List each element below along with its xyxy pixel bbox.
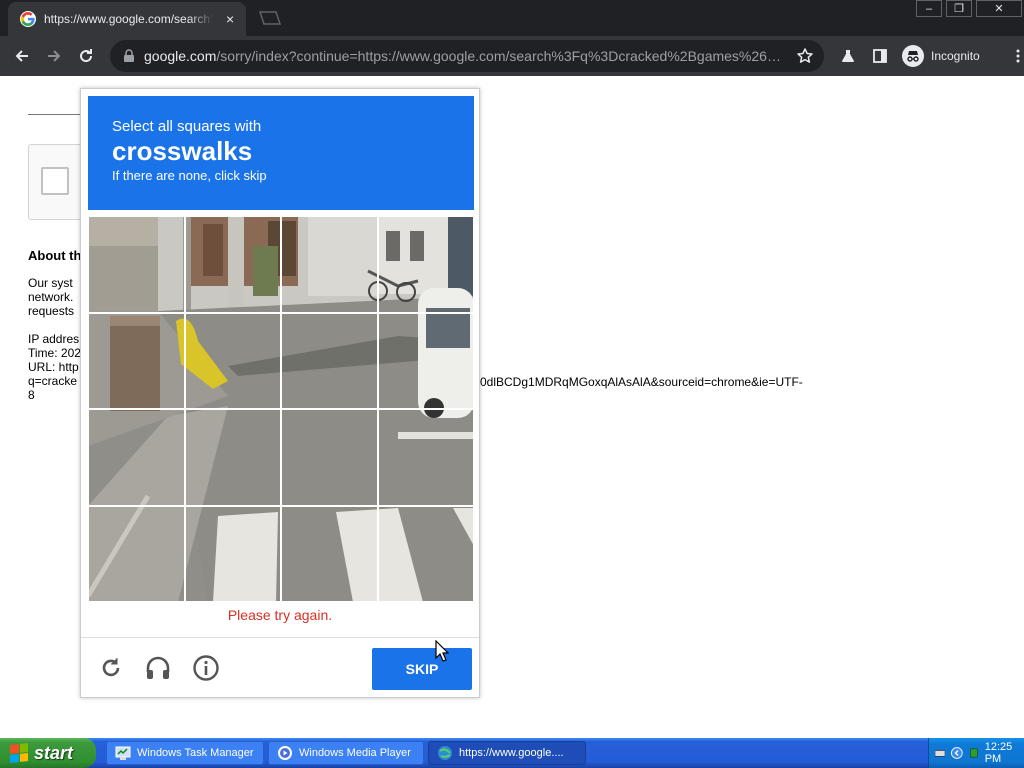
close-button[interactable]: ✕ — [976, 0, 1022, 17]
tab-close-icon[interactable]: × — [222, 11, 238, 27]
clock[interactable]: 12:25 PM — [985, 741, 1024, 765]
task-label: Windows Media Player — [299, 747, 411, 759]
page-text-line: IP addres — [28, 332, 80, 346]
restore-button[interactable]: ❐ — [946, 0, 972, 17]
menu-kebab-icon[interactable] — [1002, 40, 1024, 72]
incognito-label: Incognito — [931, 49, 980, 63]
image-tile[interactable] — [377, 505, 474, 602]
skip-button[interactable]: SKIP — [372, 648, 472, 690]
image-tile[interactable] — [88, 216, 185, 313]
address-bar[interactable]: google.com/sorry/index?continue=https://… — [110, 40, 824, 72]
page-text-line: network. — [28, 290, 74, 304]
image-tile[interactable] — [184, 216, 281, 313]
lock-icon — [124, 49, 134, 62]
image-tile[interactable] — [377, 409, 474, 506]
start-label: start — [34, 742, 74, 763]
page-text-line: URL: http — [28, 360, 79, 374]
image-tile[interactable] — [377, 216, 474, 313]
page-text-line: q=cracke — [28, 374, 78, 388]
image-tile[interactable] — [88, 409, 185, 506]
system-tray: 12:25 PM — [928, 738, 1024, 768]
browser-toolbar: google.com/sorry/index?continue=https://… — [0, 36, 1024, 76]
back-button[interactable] — [6, 40, 38, 72]
page-text-line: Time: 202 — [28, 346, 81, 360]
reload-icon — [80, 49, 93, 63]
network-icon[interactable] — [969, 747, 979, 759]
labs-flask-icon[interactable] — [832, 40, 864, 72]
task-label: https://www.google.... — [459, 747, 564, 759]
google-favicon-icon — [20, 11, 36, 27]
image-tile[interactable] — [377, 312, 474, 409]
arrow-right-icon — [48, 50, 61, 62]
url-path: /sorry/index?continue=https://www.google… — [216, 48, 781, 64]
taskbar-item-task-manager[interactable]: Windows Task Manager — [106, 741, 264, 765]
instruction-text: Select all squares with — [112, 118, 262, 135]
image-tile[interactable] — [184, 505, 281, 602]
image-grid — [88, 216, 474, 602]
minimize-button[interactable]: – — [916, 0, 942, 17]
image-tile[interactable] — [184, 409, 281, 506]
headphones-icon[interactable] — [144, 654, 172, 682]
skip-hint: If there are none, click skip — [112, 168, 267, 183]
challenge-footer: SKIP — [81, 637, 479, 697]
taskbar: start Windows Task Manager Windows Media… — [0, 738, 1024, 768]
error-message: Please try again. — [227, 607, 333, 623]
media-player-icon — [278, 746, 292, 760]
url-fragment-text: 0dlBCDg1MDRqMGoxqAlAsAlA&sourceid=chrome… — [480, 375, 803, 389]
bookmark-star-icon[interactable] — [796, 47, 814, 65]
mouse-cursor-icon — [435, 640, 449, 662]
tab-title: https://www.google.com/search?q= — [44, 12, 215, 26]
url-text: google.com/sorry/index?continue=https://… — [144, 48, 788, 64]
page-text-line: Our syst — [28, 276, 73, 290]
task-manager-icon — [115, 746, 131, 760]
task-label: Windows Task Manager — [137, 747, 254, 759]
browser-tab[interactable]: https://www.google.com/search?q= × — [8, 2, 246, 36]
keyboard-icon[interactable] — [935, 747, 946, 759]
about-heading: About th — [28, 248, 82, 263]
window-controls: – ❐ ✕ — [912, 0, 1024, 18]
image-tile[interactable] — [281, 409, 378, 506]
challenge-header: Select all squares with crosswalks If th… — [88, 96, 474, 210]
page-text-line: requests — [28, 304, 75, 318]
forward-button[interactable] — [38, 40, 70, 72]
incognito-indicator[interactable]: Incognito — [898, 42, 992, 70]
target-object: crosswalks — [112, 136, 253, 166]
info-icon[interactable] — [192, 654, 220, 682]
new-tab-icon[interactable] — [256, 9, 284, 27]
page-text-line: 8 — [28, 388, 35, 402]
reload-button[interactable] — [70, 40, 102, 72]
show-hidden-icons-icon[interactable] — [951, 746, 963, 760]
toolbar-right: Incognito — [832, 40, 1024, 72]
tab-strip: https://www.google.com/search?q= × – ❐ ✕ — [0, 0, 1024, 36]
image-tile[interactable] — [281, 312, 378, 409]
side-panel-icon[interactable] — [864, 40, 896, 72]
start-button[interactable]: start — [0, 738, 96, 768]
recaptcha-checkbox[interactable] — [41, 167, 69, 195]
image-tile[interactable] — [88, 505, 185, 602]
incognito-icon — [902, 45, 924, 67]
captcha-challenge: Select all squares with crosswalks If th… — [80, 88, 480, 698]
divider — [28, 114, 88, 115]
arrow-left-icon — [15, 50, 28, 62]
image-tile[interactable] — [88, 312, 185, 409]
recaptcha-widget — [28, 144, 88, 220]
image-tile[interactable] — [281, 216, 378, 313]
reload-icon[interactable] — [97, 654, 125, 682]
image-tile[interactable] — [281, 505, 378, 602]
url-host: google.com — [144, 48, 217, 64]
browser-icon — [438, 746, 452, 760]
tile-grid — [88, 216, 474, 602]
image-tile[interactable] — [184, 312, 281, 409]
taskbar-item-browser[interactable]: https://www.google.... — [428, 741, 586, 765]
taskbar-item-media-player[interactable]: Windows Media Player — [268, 741, 424, 765]
windows-logo-icon — [10, 743, 28, 763]
